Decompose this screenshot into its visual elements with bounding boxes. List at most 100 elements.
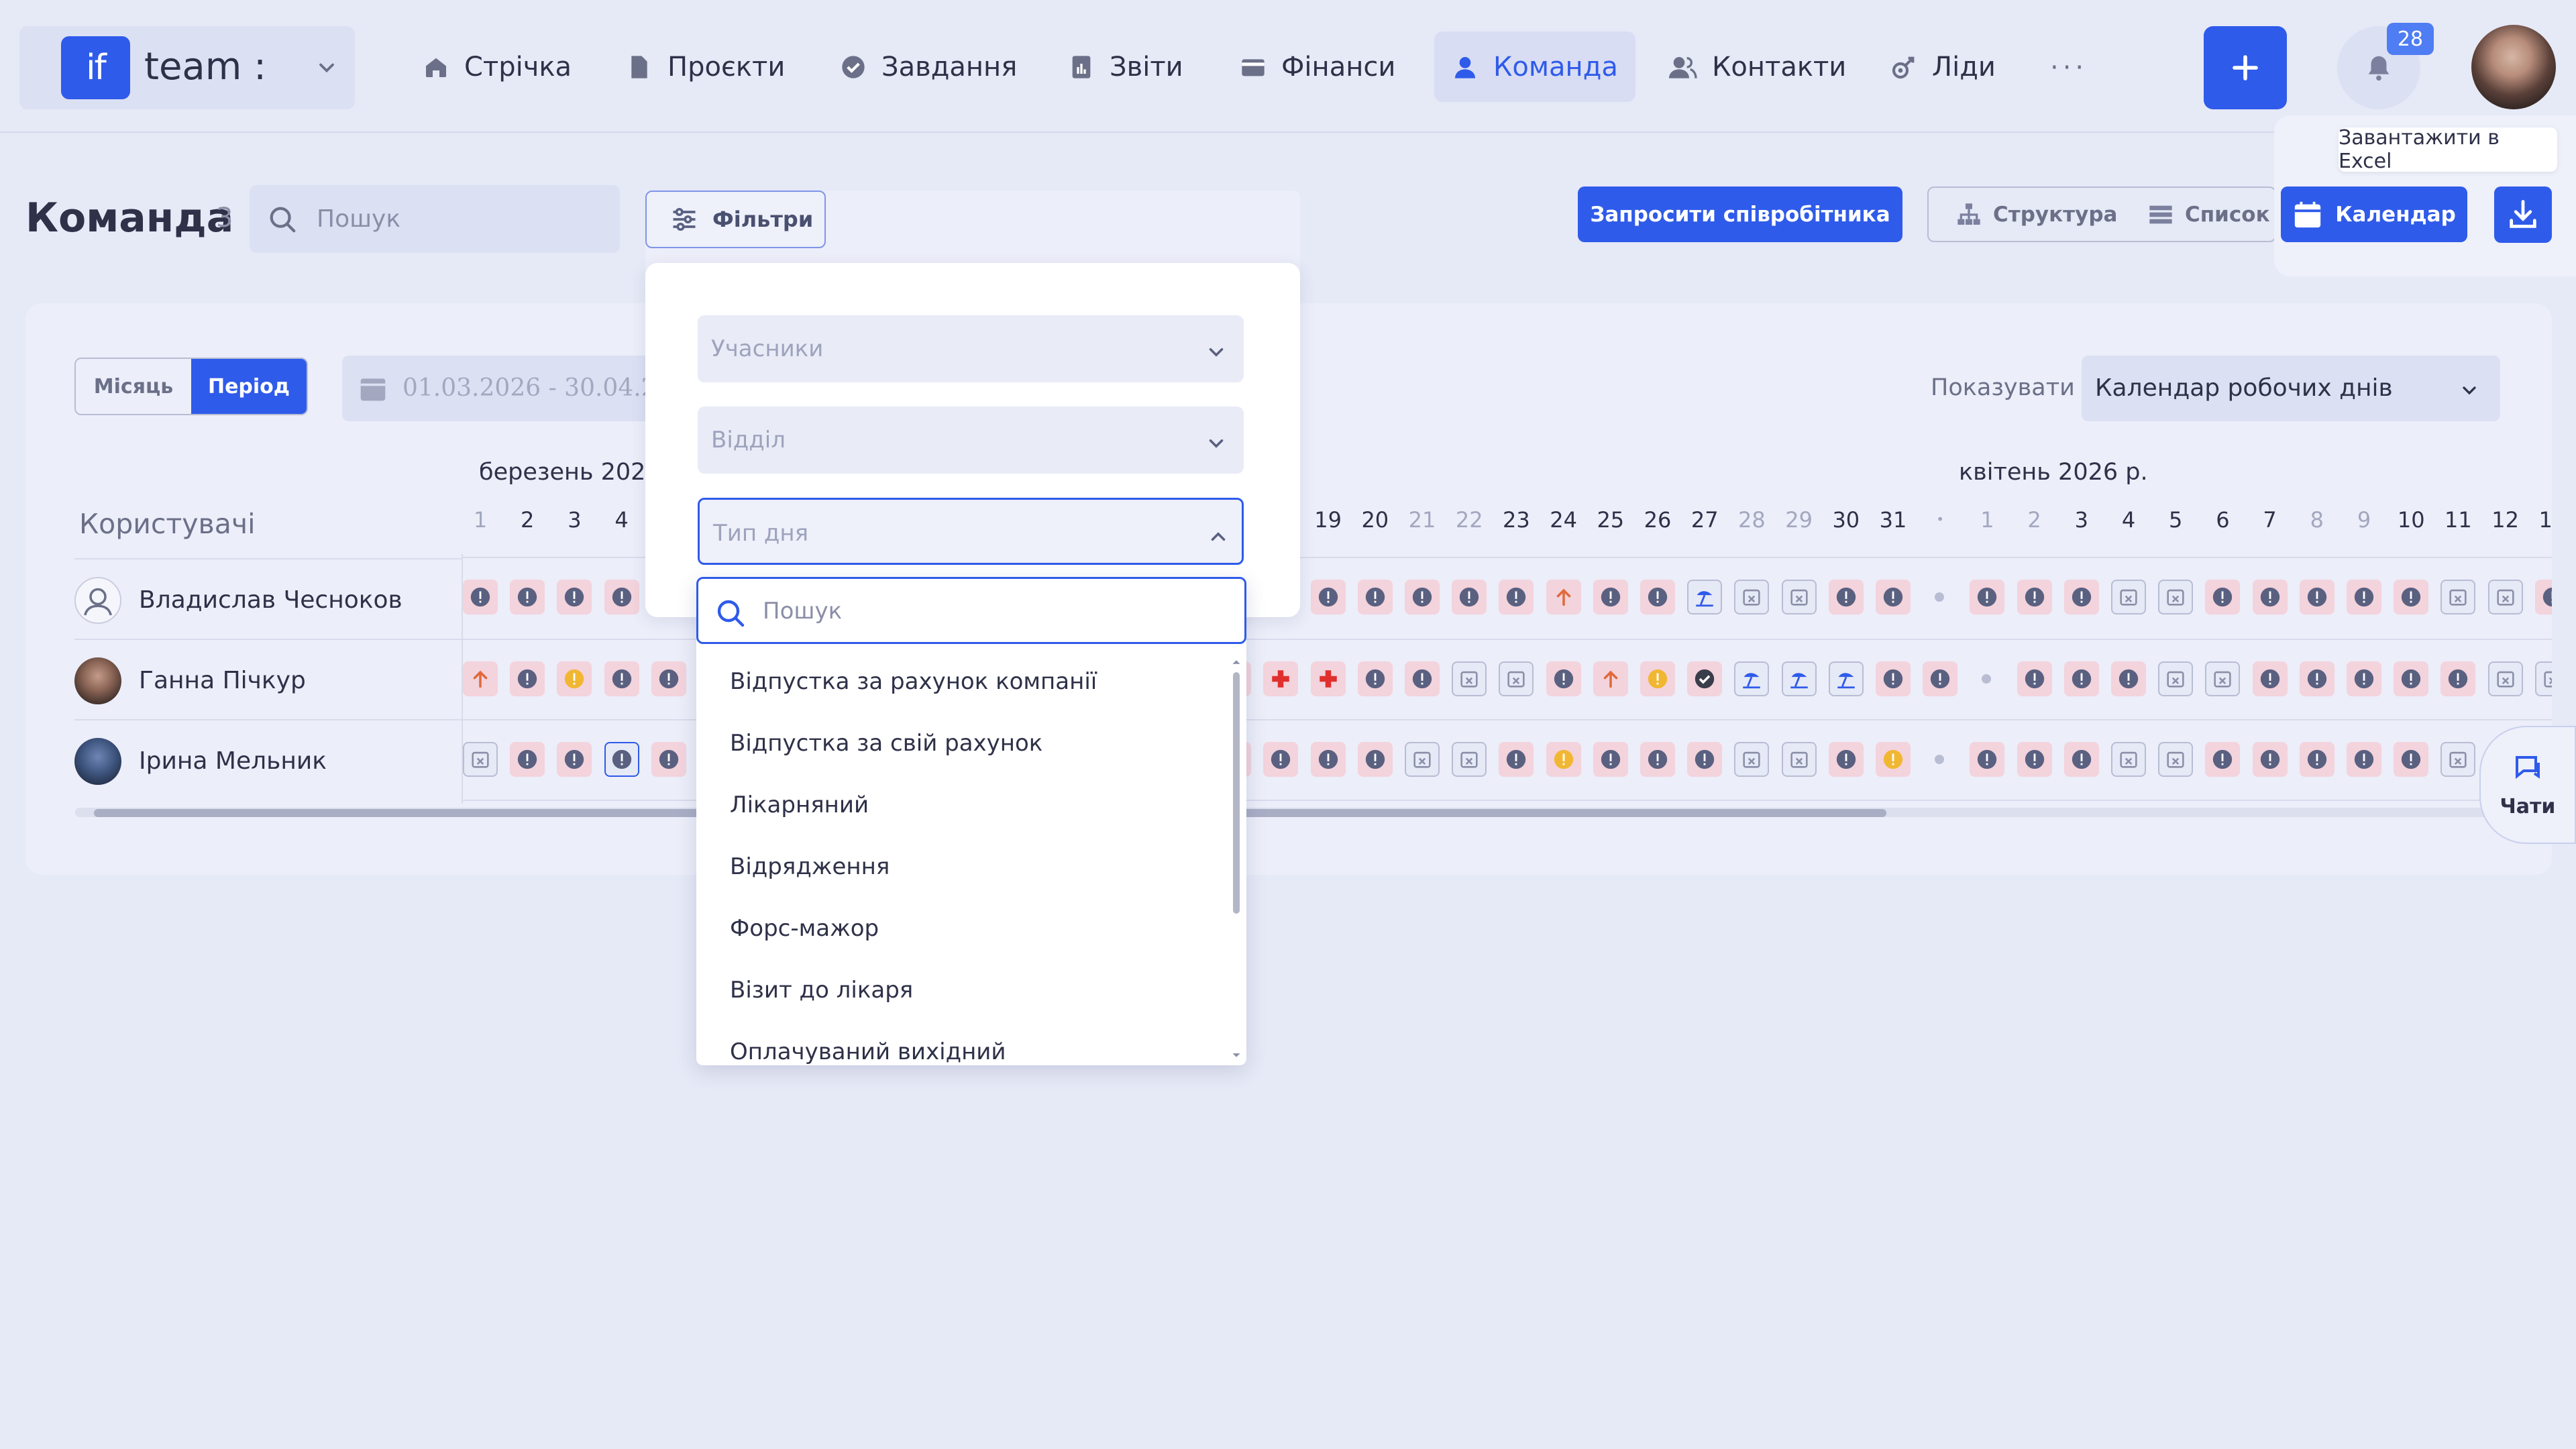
day-cell[interactable] xyxy=(1405,580,1440,614)
day-cell[interactable] xyxy=(1781,742,1817,777)
day-cell[interactable] xyxy=(2299,742,2334,777)
day-cell[interactable] xyxy=(1640,580,1675,614)
day-cell[interactable] xyxy=(557,580,592,614)
day-cell[interactable] xyxy=(510,661,545,696)
day-cell[interactable] xyxy=(2394,661,2429,696)
calendar-view-button[interactable]: Календар xyxy=(2281,186,2467,242)
day-cell[interactable] xyxy=(1405,661,1440,696)
day-cell[interactable] xyxy=(1923,661,1958,696)
more-menu-button[interactable]: ··· xyxy=(2050,52,2088,83)
create-button[interactable] xyxy=(2204,26,2287,109)
user-row[interactable]: Владислав Чесноков xyxy=(74,558,463,639)
day-cell[interactable] xyxy=(2158,742,2194,777)
members-select[interactable]: Учасники xyxy=(698,315,1244,382)
user-row[interactable]: Ганна Пічкур xyxy=(74,639,463,719)
day-cell[interactable] xyxy=(1687,742,1723,777)
user-row[interactable]: Ірина Мельник xyxy=(74,719,463,800)
day-cell[interactable] xyxy=(604,580,639,614)
day-cell[interactable] xyxy=(1734,742,1770,777)
day-cell[interactable] xyxy=(510,742,545,777)
day-cell[interactable] xyxy=(1310,580,1346,614)
day-cell[interactable] xyxy=(557,742,592,777)
day-cell[interactable] xyxy=(1970,742,2005,777)
day-cell[interactable] xyxy=(2205,580,2241,614)
day-cell[interactable] xyxy=(2158,661,2194,696)
day-cell[interactable] xyxy=(1357,742,1393,777)
day-cell[interactable] xyxy=(2111,742,2146,777)
day-cell[interactable] xyxy=(2017,742,2052,777)
day-cell[interactable] xyxy=(2487,661,2523,696)
day-cell[interactable] xyxy=(2158,580,2194,614)
day-cell[interactable] xyxy=(1734,661,1770,696)
day-type-option[interactable]: Відпустка за рахунок компанії xyxy=(696,651,1230,712)
day-cell[interactable] xyxy=(1828,580,1864,614)
day-cell[interactable] xyxy=(1876,661,1911,696)
day-cell[interactable] xyxy=(1499,580,1534,614)
nav-item-finance[interactable]: Фінанси xyxy=(1222,32,1413,102)
day-cell[interactable] xyxy=(2299,580,2334,614)
nav-item-contacts[interactable]: Контакти xyxy=(1650,32,1864,102)
dropdown-search-input[interactable] xyxy=(763,591,1219,631)
day-cell[interactable] xyxy=(2347,661,2381,696)
list-view-button[interactable]: Список xyxy=(2147,188,2270,241)
day-cell[interactable] xyxy=(2017,580,2052,614)
day-cell[interactable] xyxy=(1357,580,1393,614)
download-excel-button[interactable] xyxy=(2494,186,2552,243)
day-cell[interactable] xyxy=(2347,580,2381,614)
day-cell[interactable] xyxy=(1452,661,1487,696)
day-cell[interactable] xyxy=(2440,661,2476,696)
day-type-select[interactable]: Тип дня xyxy=(698,498,1244,565)
day-cell[interactable] xyxy=(651,742,686,777)
day-cell[interactable] xyxy=(1593,742,1628,777)
day-cell[interactable] xyxy=(2347,742,2381,777)
day-cell[interactable] xyxy=(463,661,498,696)
day-cell[interactable] xyxy=(1828,661,1864,696)
day-cell[interactable] xyxy=(1263,742,1299,777)
day-cell[interactable] xyxy=(1781,580,1817,614)
day-cell[interactable] xyxy=(1876,580,1911,614)
day-cell[interactable] xyxy=(2205,661,2241,696)
day-cell[interactable] xyxy=(1546,661,1581,696)
day-cell[interactable] xyxy=(1876,742,1911,777)
invite-employee-button[interactable]: Запросити співробітника xyxy=(1578,186,1902,242)
day-cell[interactable] xyxy=(1687,661,1723,696)
day-cell[interactable] xyxy=(2487,580,2523,614)
day-cell[interactable] xyxy=(2063,742,2099,777)
day-cell[interactable] xyxy=(1499,661,1534,696)
date-range-picker[interactable]: 01.03.2026 - 30.04.2026 xyxy=(342,356,702,421)
day-cell[interactable] xyxy=(1499,742,1534,777)
day-cell[interactable] xyxy=(2534,661,2552,696)
day-cell[interactable] xyxy=(1970,580,2005,614)
day-cell[interactable] xyxy=(2534,580,2552,614)
profile-avatar[interactable] xyxy=(2471,25,2556,109)
day-cell[interactable] xyxy=(1310,742,1346,777)
day-cell[interactable] xyxy=(2252,580,2288,614)
day-cell[interactable] xyxy=(1263,661,1299,696)
day-cell[interactable] xyxy=(2063,580,2099,614)
day-cell[interactable] xyxy=(1546,742,1581,777)
nav-item-feed[interactable]: Стрічка xyxy=(405,32,589,102)
day-cell[interactable] xyxy=(1452,742,1487,777)
month-mode-button[interactable]: Місяць xyxy=(76,359,191,414)
dropdown-scrollbar[interactable] xyxy=(1232,657,1241,1060)
day-cell[interactable] xyxy=(510,580,545,614)
day-cell[interactable] xyxy=(604,661,639,696)
day-type-option[interactable]: Форс-мажор xyxy=(696,898,1230,959)
workspace-switcher[interactable]: if team : xyxy=(19,26,355,109)
dropdown-scroll-thumb[interactable] xyxy=(1233,672,1240,914)
day-cell[interactable] xyxy=(2111,661,2146,696)
day-cell[interactable] xyxy=(1593,661,1628,696)
filters-button[interactable]: Фільтри xyxy=(645,191,826,248)
day-cell[interactable] xyxy=(1310,661,1346,696)
day-type-option[interactable]: Оплачуваний вихідний xyxy=(696,1021,1230,1083)
day-cell[interactable] xyxy=(1593,580,1628,614)
day-cell[interactable] xyxy=(2394,742,2429,777)
day-cell[interactable] xyxy=(1405,742,1440,777)
period-mode-button[interactable]: Період xyxy=(191,359,307,414)
day-cell[interactable] xyxy=(463,742,498,777)
day-cell[interactable] xyxy=(1828,742,1864,777)
nav-item-team[interactable]: Команда xyxy=(1434,32,1635,102)
day-cell[interactable] xyxy=(1734,580,1770,614)
day-cell[interactable] xyxy=(651,661,686,696)
nav-item-tasks[interactable]: Завдання xyxy=(822,32,1034,102)
